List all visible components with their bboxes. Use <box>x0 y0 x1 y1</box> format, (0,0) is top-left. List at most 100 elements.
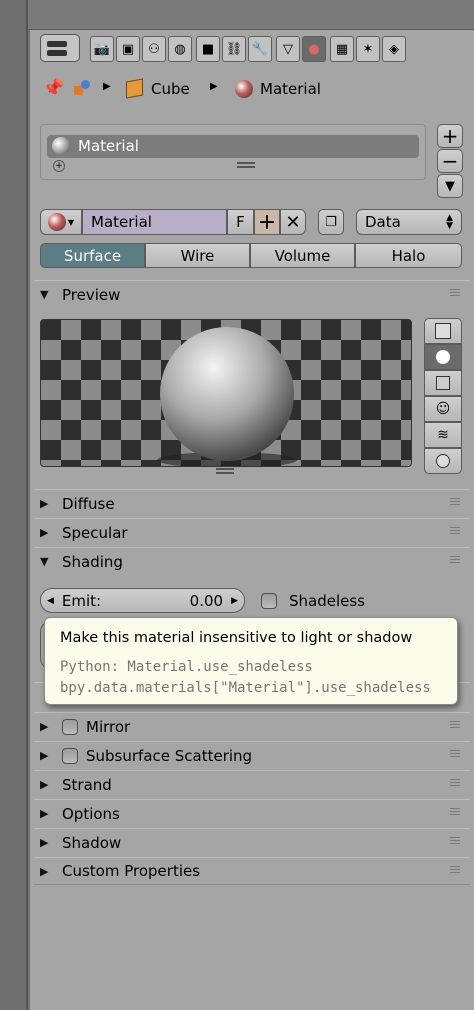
emit-value: 0.00 <box>189 591 224 610</box>
tab-physics[interactable]: ◈ <box>382 36 406 62</box>
panel-diffuse-header[interactable]: ▶ Diffuse <box>34 489 470 517</box>
material-name-field[interactable]: Material <box>82 209 227 235</box>
arrow-right-icon: ▶ <box>231 595 238 606</box>
shadeless-checkbox[interactable] <box>261 593 277 609</box>
arrow-left-icon: ◀ <box>47 595 54 606</box>
preview-sky-button[interactable] <box>424 448 462 474</box>
preview-hair-button[interactable]: ≋ <box>424 422 462 448</box>
fake-user-button[interactable]: F <box>227 209 254 235</box>
world-icon: ◍ <box>174 41 186 57</box>
drag-grip-icon[interactable] <box>450 498 460 506</box>
drag-grip-icon[interactable] <box>450 779 460 787</box>
tab-render[interactable]: 📷 <box>90 36 114 62</box>
plus-icon: + <box>257 209 277 235</box>
tab-data[interactable]: ▽ <box>276 36 300 62</box>
scene-icon: ⚇ <box>148 41 160 57</box>
physics-icon: ◈ <box>389 41 399 57</box>
unlink-material-button[interactable]: ✕ <box>280 209 306 235</box>
breadcrumb-arrow: ▶ <box>103 81 111 92</box>
preview-flat-button[interactable] <box>424 318 462 344</box>
texture-icon: ▦ <box>335 41 349 57</box>
tab-render-layers[interactable]: ▣ <box>116 36 140 62</box>
material-slot-label: Material <box>78 137 139 155</box>
panel-shading-title: Shading <box>62 552 123 571</box>
link-select[interactable]: Data ▲ ▼ <box>356 209 462 235</box>
collapsed-triangle-icon: ▶ <box>40 864 49 878</box>
panel-mirror-title: Mirror <box>86 717 131 736</box>
panel-preview-header[interactable]: ▼ Preview <box>34 280 470 308</box>
material-slot-list: Material + <box>40 124 426 180</box>
tab-modifiers[interactable]: 🔧 <box>248 36 272 62</box>
type-halo-tab[interactable]: Halo <box>355 243 462 268</box>
tooltip-text: Make this material insensitive to light … <box>60 630 413 646</box>
emit-field[interactable]: ◀ Emit: 0.00 ▶ <box>40 588 245 613</box>
panel-mirror-header[interactable]: ▶ Mirror <box>34 712 470 740</box>
remove-slot-button[interactable]: − <box>437 149 463 173</box>
tab-particles[interactable]: ✶ <box>356 36 380 62</box>
chevron-down-icon: ▼ <box>67 217 75 227</box>
sss-checkbox[interactable] <box>62 747 78 764</box>
type-wire-tab[interactable]: Wire <box>145 243 250 268</box>
tab-texture[interactable]: ▦ <box>330 36 354 62</box>
monkey-icon: ☺ <box>435 401 451 417</box>
drag-grip-icon[interactable] <box>450 527 460 535</box>
shadeless-label: Shadeless <box>289 592 365 610</box>
type-volume-tab[interactable]: Volume <box>250 243 355 268</box>
panel-shading-header[interactable]: ▼ Shading <box>34 547 470 575</box>
collapsed-triangle-icon: ▶ <box>40 749 49 762</box>
material-slot-icon <box>52 137 70 155</box>
collapsed-triangle-icon: ▶ <box>40 720 49 733</box>
drag-grip-icon[interactable] <box>450 289 460 297</box>
shadeless-toggle[interactable]: Shadeless <box>261 592 365 610</box>
constraints-icon: ⛓ <box>225 41 243 57</box>
drag-grip-icon[interactable] <box>450 866 460 874</box>
tab-object[interactable]: ■ <box>196 36 220 62</box>
tab-constraints[interactable]: ⛓ <box>222 36 246 62</box>
panel-custom-header[interactable]: ▶ Custom Properties <box>34 857 470 885</box>
type-surface-label: Surface <box>63 246 122 265</box>
drag-grip-icon[interactable] <box>450 808 460 816</box>
new-material-button[interactable]: + <box>254 209 280 235</box>
material-icon: ● <box>308 41 320 57</box>
expanded-triangle-icon: ▼ <box>40 288 49 301</box>
tab-world[interactable]: ◍ <box>168 36 192 62</box>
list-grip-icon[interactable] <box>237 162 255 168</box>
filter-toggle-icon[interactable]: + <box>53 160 65 172</box>
collapsed-triangle-icon: ▶ <box>40 836 49 849</box>
editor-type-button[interactable] <box>40 34 80 62</box>
preview-render <box>40 319 412 467</box>
preview-sphere <box>160 327 294 461</box>
area-top-strip <box>28 0 474 30</box>
preview-cube-button[interactable] <box>424 370 462 396</box>
tab-material[interactable]: ● <box>302 36 326 62</box>
add-slot-button[interactable]: + <box>437 124 463 148</box>
slot-menu-button[interactable]: ▼ <box>437 174 463 198</box>
panel-custom-title: Custom Properties <box>62 862 201 880</box>
panel-sss-header[interactable]: ▶ Subsurface Scattering <box>34 741 470 769</box>
drag-grip-icon[interactable] <box>450 750 460 758</box>
panel-options-header[interactable]: ▶ Options <box>34 799 470 827</box>
preview-sphere-button[interactable] <box>424 344 462 370</box>
panel-preview-title: Preview <box>62 285 121 304</box>
panel-shadow-header[interactable]: ▶ Shadow <box>34 828 470 856</box>
sphere-sky-icon <box>436 454 450 468</box>
pin-icon[interactable]: 📌 <box>42 78 64 99</box>
breadcrumb-object: Cube <box>151 80 190 98</box>
material-name-text: Material <box>91 213 152 231</box>
preview-resize-grip[interactable] <box>216 468 234 474</box>
drag-grip-icon[interactable] <box>450 721 460 729</box>
copy-settings-button[interactable]: ❐ <box>318 209 344 235</box>
preview-shape-column: ☺ ≋ <box>424 318 462 477</box>
panel-strand-header[interactable]: ▶ Strand <box>34 770 470 798</box>
material-browse-button[interactable]: ▼ <box>40 209 82 235</box>
drag-grip-icon[interactable] <box>450 837 460 845</box>
preview-monkey-button[interactable]: ☺ <box>424 396 462 422</box>
material-slot-item[interactable]: Material <box>47 135 419 158</box>
panel-specular-header[interactable]: ▶ Specular <box>34 518 470 546</box>
minus-icon: − <box>441 149 459 173</box>
type-surface-tab[interactable]: Surface <box>40 243 145 268</box>
preview-checker-scene <box>41 320 411 466</box>
drag-grip-icon[interactable] <box>450 556 460 564</box>
tab-scene[interactable]: ⚇ <box>142 36 166 62</box>
mirror-checkbox[interactable] <box>62 718 78 735</box>
